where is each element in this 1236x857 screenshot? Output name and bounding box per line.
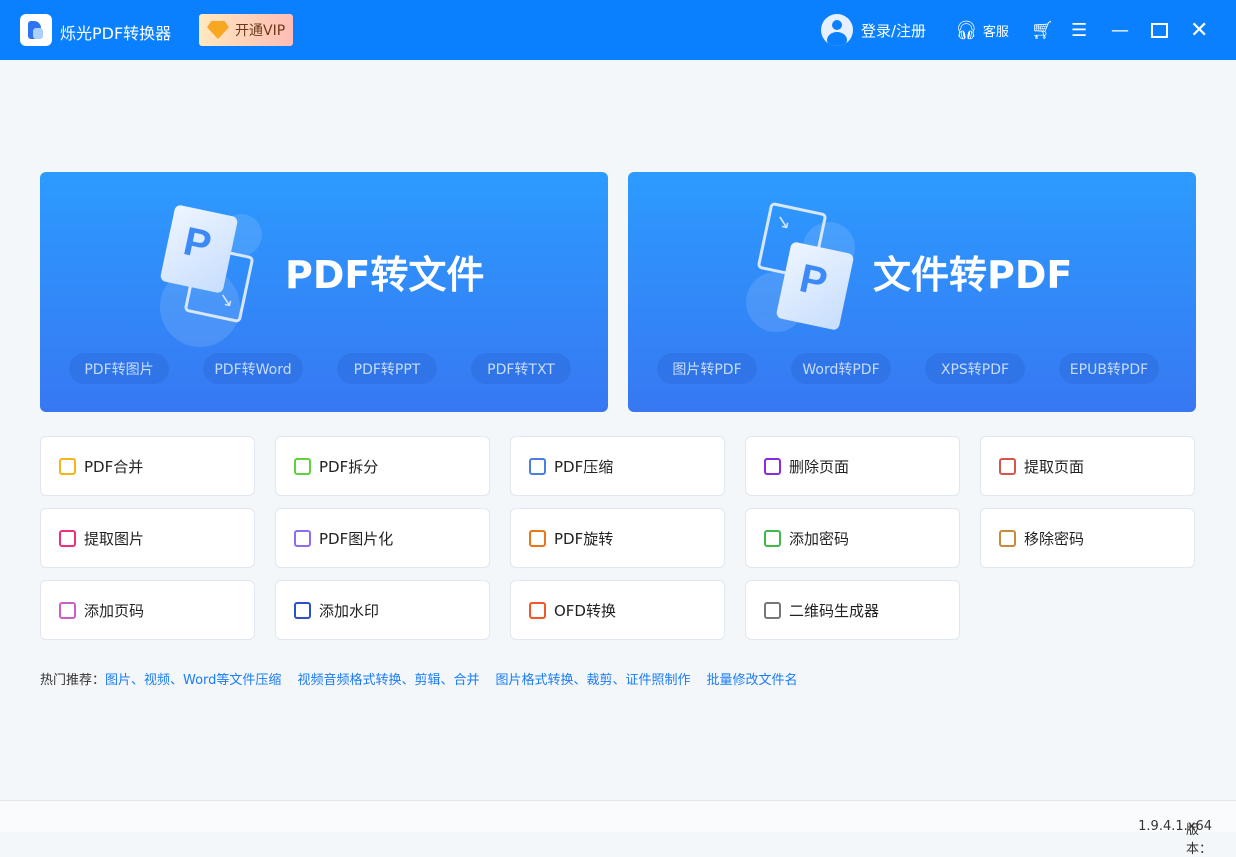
- tool-label: 添加水印: [319, 601, 380, 620]
- watermark-icon: [294, 601, 311, 619]
- close-icon[interactable]: ✕: [1190, 18, 1208, 43]
- link-pdf-to-image[interactable]: PDF转图片: [69, 353, 169, 384]
- login-button[interactable]: 登录/注册: [821, 0, 926, 60]
- pdf-to-file-banner[interactable]: ↘ P PDF转文件 PDF转图片 PDF转Word PDF转PPT PDF转T…: [40, 172, 608, 412]
- tool-label: PDF合并: [84, 457, 144, 476]
- tool-label: 提取图片: [84, 529, 145, 548]
- status-bar: 版本： 1.9.4.1.x64: [0, 800, 1236, 857]
- service-label: 客服: [982, 24, 1009, 40]
- extract-page-icon: [999, 457, 1016, 475]
- tool-tile[interactable]: 提取页面: [980, 436, 1195, 496]
- unlock-icon: [999, 529, 1016, 547]
- hot-recommendations: 热门推荐： 图片、视频、Word等文件压缩 视频音频格式转换、剪辑、合并 图片格…: [40, 669, 813, 688]
- tool-tile[interactable]: 删除页面: [745, 436, 960, 496]
- tool-tile[interactable]: 二维码生成器: [745, 580, 960, 640]
- tool-tile[interactable]: PDF旋转: [510, 508, 725, 568]
- delete-page-icon: [764, 457, 781, 475]
- tool-label: PDF压缩: [554, 457, 614, 476]
- minimize-icon[interactable]: —: [1111, 20, 1129, 41]
- tool-tile[interactable]: 添加水印: [275, 580, 490, 640]
- cart-icon[interactable]: 🛒︎: [1031, 20, 1054, 41]
- tool-tile[interactable]: 移除密码: [980, 508, 1195, 568]
- tool-label: 删除页面: [789, 457, 850, 476]
- service-button[interactable]: 🎧︎ 客服: [955, 0, 1009, 60]
- tool-tile[interactable]: PDF合并: [40, 436, 255, 496]
- link-epub-to-pdf[interactable]: EPUB转PDF: [1059, 353, 1159, 384]
- pdf-to-image-icon: [294, 529, 311, 547]
- rotate-icon: [529, 529, 546, 547]
- merge-icon: [59, 457, 76, 475]
- qrcode-icon: [764, 601, 781, 619]
- compress-icon: [529, 457, 546, 475]
- link-pdf-to-ppt[interactable]: PDF转PPT: [337, 353, 437, 384]
- hot-link[interactable]: 批量修改文件名: [706, 669, 797, 688]
- ofd-icon: [529, 601, 546, 619]
- tool-label: 二维码生成器: [789, 601, 880, 620]
- split-icon: [294, 457, 311, 475]
- banner-title: 文件转PDF: [873, 253, 1073, 297]
- tool-label: PDF拆分: [319, 457, 379, 476]
- hot-link[interactable]: 图片格式转换、裁剪、证件照制作: [495, 669, 690, 688]
- vip-button[interactable]: 开通VIP: [199, 14, 293, 46]
- tool-label: PDF图片化: [319, 529, 394, 548]
- menu-icon[interactable]: ☰: [1071, 20, 1087, 41]
- extract-image-icon: [59, 529, 76, 547]
- tool-tile[interactable]: PDF压缩: [510, 436, 725, 496]
- tool-label: 添加密码: [789, 529, 850, 548]
- lock-icon: [764, 529, 781, 547]
- tool-tile[interactable]: PDF拆分: [275, 436, 490, 496]
- tool-tile[interactable]: 添加页码: [40, 580, 255, 640]
- app-logo: [20, 14, 52, 46]
- tool-label: 提取页面: [1024, 457, 1085, 476]
- tool-tile[interactable]: 提取图片: [40, 508, 255, 568]
- login-label: 登录/注册: [861, 21, 927, 40]
- diamond-icon: [207, 21, 229, 39]
- link-pdf-to-txt[interactable]: PDF转TXT: [471, 353, 571, 384]
- link-image-to-pdf[interactable]: 图片转PDF: [657, 353, 757, 384]
- tool-label: 添加页码: [84, 601, 145, 620]
- tool-tile[interactable]: PDF图片化: [275, 508, 490, 568]
- hot-label: 热门推荐：: [40, 673, 106, 688]
- tool-label: PDF旋转: [554, 529, 614, 548]
- tool-tile[interactable]: OFD转换: [510, 580, 725, 640]
- tool-tile[interactable]: 添加密码: [745, 508, 960, 568]
- link-xps-to-pdf[interactable]: XPS转PDF: [925, 353, 1025, 384]
- tool-label: 移除密码: [1024, 529, 1085, 548]
- file-to-pdf-banner[interactable]: ↘ P 文件转PDF 图片转PDF Word转PDF XPS转PDF EPUB转…: [628, 172, 1196, 412]
- headset-icon: 🎧︎: [955, 19, 978, 41]
- vip-label: 开通VIP: [235, 23, 286, 39]
- link-word-to-pdf[interactable]: Word转PDF: [791, 353, 891, 384]
- maximize-icon[interactable]: [1151, 22, 1168, 38]
- banner-title: PDF转文件: [285, 253, 485, 297]
- page-number-icon: [59, 601, 76, 619]
- avatar: [821, 14, 853, 46]
- app-title: 烁光PDF转换器: [60, 24, 172, 43]
- hot-link[interactable]: 图片、视频、Word等文件压缩: [105, 669, 281, 688]
- tool-label: OFD转换: [554, 601, 616, 620]
- hot-link[interactable]: 视频音频格式转换、剪辑、合并: [297, 669, 479, 688]
- title-bar: 烁光PDF转换器 开通VIP 登录/注册 🎧︎ 客服 🛒︎ ☰ — ✕: [0, 0, 1236, 60]
- link-pdf-to-word[interactable]: PDF转Word: [203, 353, 303, 384]
